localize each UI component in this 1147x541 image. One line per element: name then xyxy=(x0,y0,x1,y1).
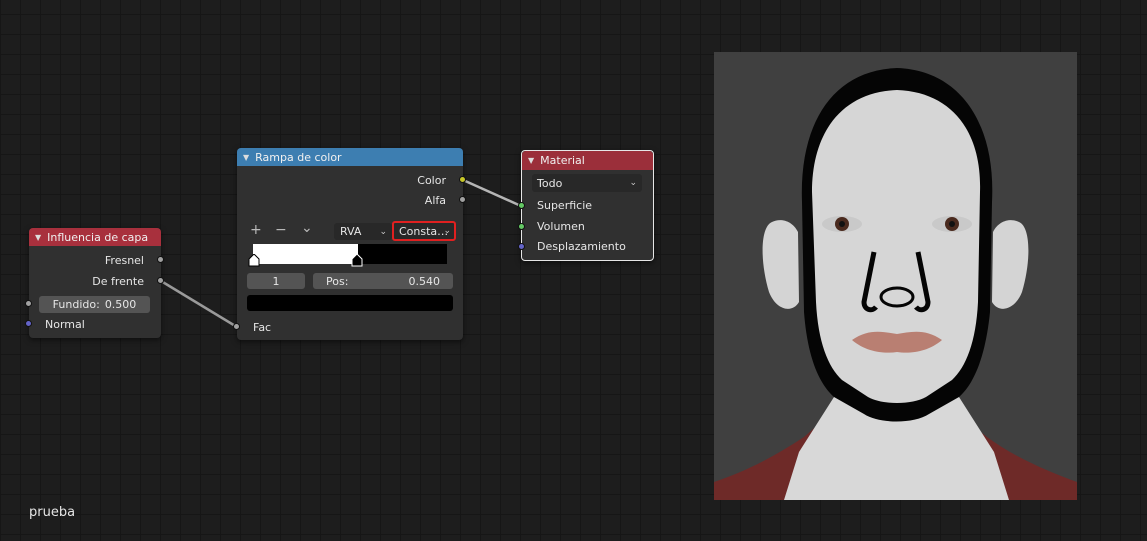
remove-stop-button[interactable]: − xyxy=(275,222,287,238)
material-output-header[interactable]: ▼ Material xyxy=(522,151,653,170)
color-ramp-node[interactable]: ▼ Rampa de color Color Alfa + − ⌄ RVA ⌄ … xyxy=(237,148,463,340)
color-ramp-gradient[interactable] xyxy=(253,244,447,264)
chevron-down-icon: ⌄ xyxy=(629,178,637,188)
blend-label: Fundido: xyxy=(52,298,100,311)
material-name-label: prueba xyxy=(29,505,76,520)
socket-volume-in[interactable] xyxy=(518,223,525,230)
material-output-node[interactable]: ▼ Material Todo ⌄ Superficie Volumen Des… xyxy=(521,150,654,261)
output-alpha-label: Alfa xyxy=(424,194,446,207)
input-normal-label: Normal xyxy=(45,318,85,331)
output-facing-label: De frente xyxy=(92,275,144,288)
layer-weight-title: Influencia de capa xyxy=(47,230,149,244)
pos-value: 0.540 xyxy=(408,274,441,288)
stop-color-swatch[interactable] xyxy=(247,295,453,311)
input-displacement-label: Desplazamiento xyxy=(537,240,626,253)
input-surface-label: Superficie xyxy=(537,199,593,212)
link-color-to-surface xyxy=(462,178,522,208)
collapse-arrow-icon[interactable]: ▼ xyxy=(243,153,249,162)
chevron-down-icon: ⌄ xyxy=(379,226,387,237)
layer-weight-node[interactable]: ▼ Influencia de capa Fresnel De frente F… xyxy=(29,228,161,338)
collapse-arrow-icon[interactable]: ▼ xyxy=(35,233,41,242)
socket-surface-in[interactable] xyxy=(518,202,525,209)
input-volume-label: Volumen xyxy=(537,220,585,233)
color-mode-value: RVA xyxy=(340,225,362,238)
blend-value: 0.500 xyxy=(104,298,137,311)
input-fac-label: Fac xyxy=(253,321,272,334)
material-output-title: Material xyxy=(540,154,585,167)
socket-fresnel-out[interactable] xyxy=(157,256,164,263)
ramp-stop-handle-white[interactable] xyxy=(248,254,260,267)
stop-index-field[interactable]: 1 xyxy=(247,273,305,289)
stop-position-field[interactable]: Pos: 0.540 xyxy=(313,273,453,289)
color-ramp-header[interactable]: ▼ Rampa de color xyxy=(237,148,463,166)
stop-index-value: 1 xyxy=(272,274,280,288)
face-render-image xyxy=(714,68,1077,500)
socket-displacement-in[interactable] xyxy=(518,243,525,250)
color-ramp-title: Rampa de color xyxy=(255,150,342,164)
ramp-stop-handle-black[interactable] xyxy=(351,254,363,267)
color-mode-dropdown[interactable]: RVA ⌄ xyxy=(334,223,392,240)
target-dropdown[interactable]: Todo ⌄ xyxy=(532,174,642,192)
socket-blend-in[interactable] xyxy=(25,300,32,307)
ramp-menu-button[interactable]: ⌄ xyxy=(301,220,313,236)
pos-label: Pos: xyxy=(326,274,349,288)
socket-color-out[interactable] xyxy=(459,176,466,183)
blend-field[interactable]: Fundido: 0.500 xyxy=(39,296,150,313)
interpolation-dropdown[interactable]: Consta… ⌄ xyxy=(392,221,456,241)
render-preview xyxy=(714,52,1077,500)
socket-alpha-out[interactable] xyxy=(459,196,466,203)
layer-weight-header[interactable]: ▼ Influencia de capa xyxy=(29,228,161,246)
link-facing-to-fac xyxy=(160,279,238,329)
target-value: Todo xyxy=(537,176,563,190)
socket-normal-in[interactable] xyxy=(25,320,32,327)
add-stop-button[interactable]: + xyxy=(250,222,262,238)
interpolation-value: Consta… xyxy=(399,224,449,238)
output-fresnel-label: Fresnel xyxy=(104,254,144,267)
chevron-down-icon: ⌄ xyxy=(443,226,451,236)
socket-fac-in[interactable] xyxy=(233,323,240,330)
output-color-label: Color xyxy=(417,174,446,187)
collapse-arrow-icon[interactable]: ▼ xyxy=(528,156,534,165)
socket-facing-out[interactable] xyxy=(157,277,164,284)
